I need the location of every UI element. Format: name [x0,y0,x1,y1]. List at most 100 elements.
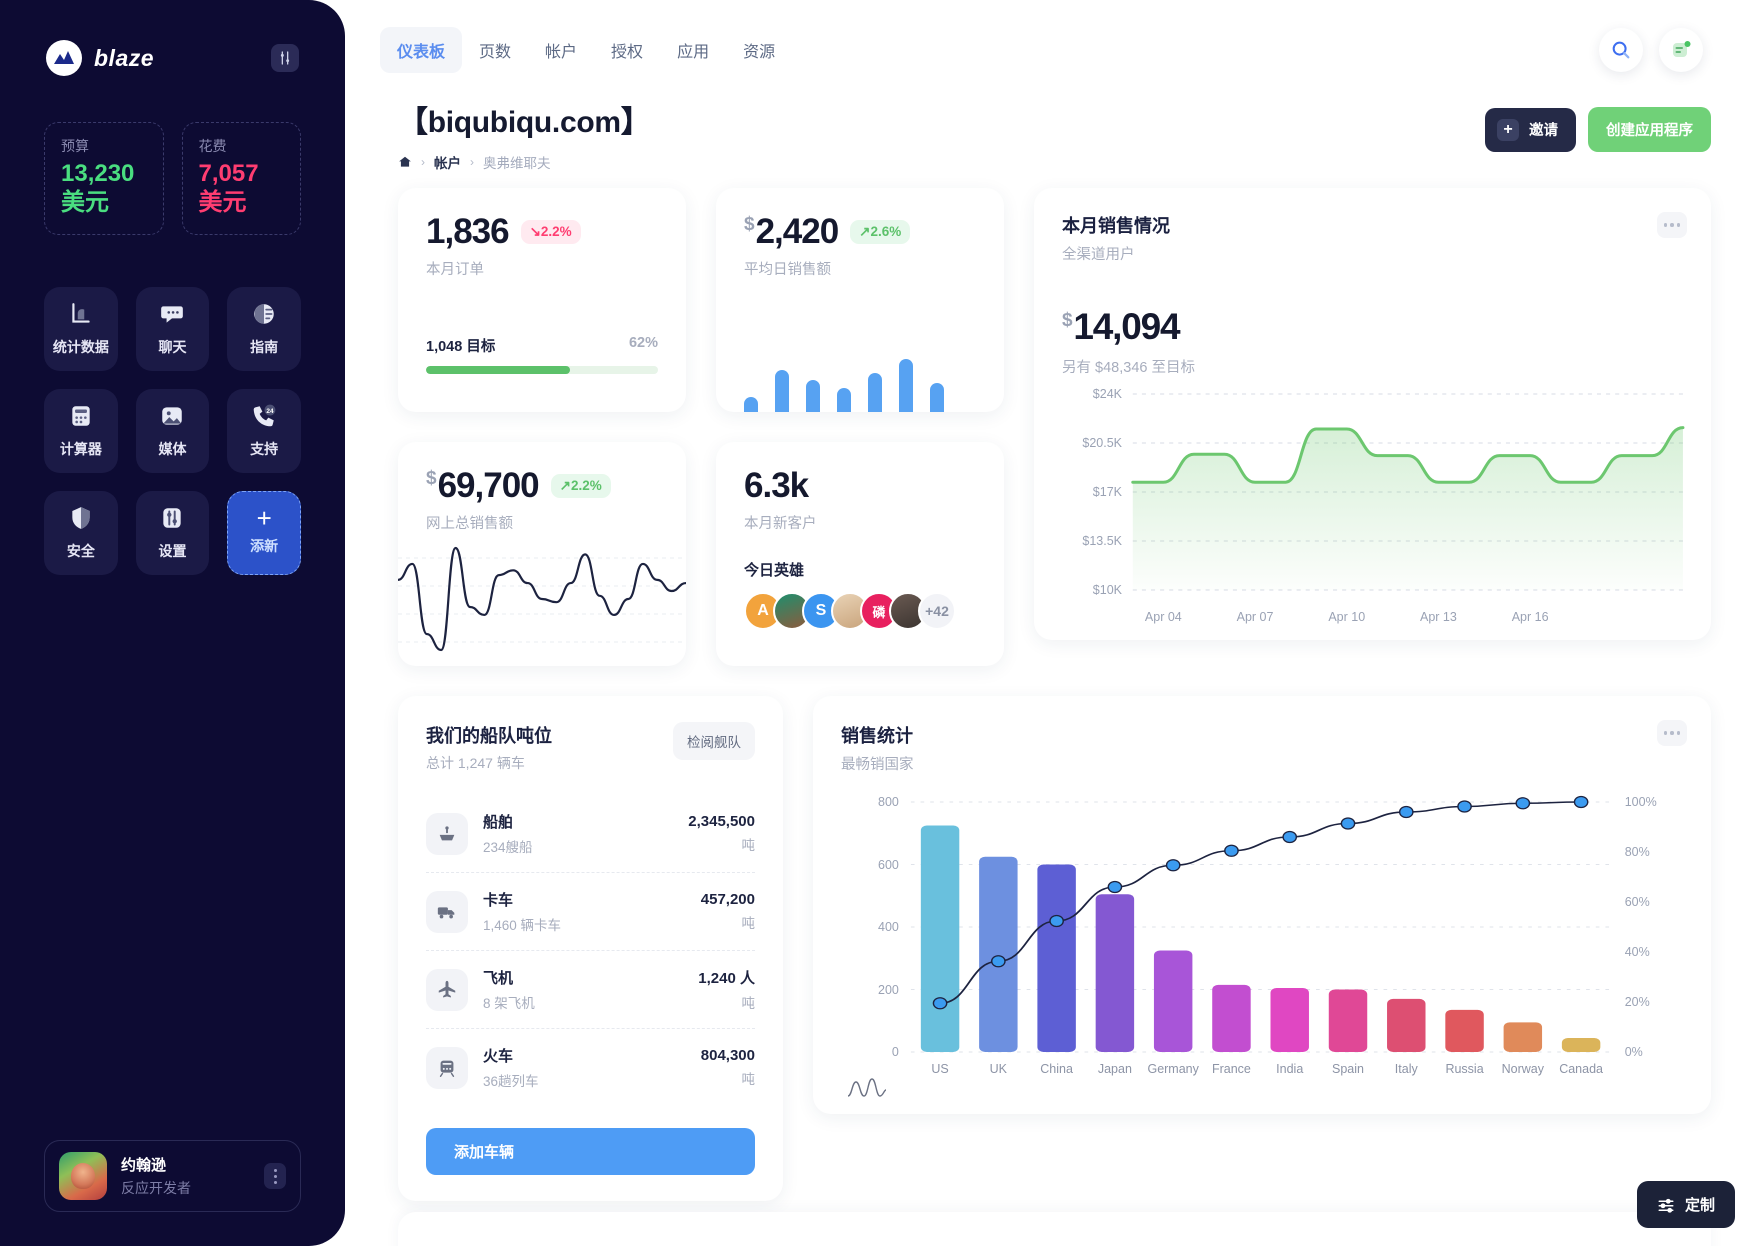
add-vehicle-button[interactable]: 添加车辆 [426,1128,755,1175]
month-sales-goal-note: 另有 $48,346 至目标 [1062,360,1195,376]
tab-pages[interactable]: 页数 [462,27,528,73]
month-sales-area-chart: $24K $20.5K $17K $13.5K $10K Apr 04 Apr 07 Apr… [1062,386,1689,626]
top-navigation: 仪表板 页数 帐户 授权 应用 资源 [380,0,1723,73]
media-icon [158,402,186,430]
sidebar-tile-media[interactable]: 媒体 [135,388,210,473]
kpi-budget: 预算 13,230 美元 [44,122,164,235]
tab-resources[interactable]: 资源 [726,27,792,73]
fleet-row-count: 36趟列车 [483,1074,539,1089]
sidebar-user-profile[interactable]: 约翰逊 反应开发者 [44,1140,301,1212]
breadcrumb-separator: › [421,155,425,169]
fleet-row-text: 火车 36趟列车 [483,1045,539,1090]
orders-delta-badge: ↘2.2% [520,219,581,244]
stats-subrow-1: 1,836 ↘2.2% 本月订单 1,048 目标 62% $2,420 ↗2.… [398,188,1004,412]
sidebar-tile-add-new[interactable]: + 添新 [227,490,301,575]
sidebar-tile-stats[interactable]: 统计数据 [44,286,118,371]
more-vertical-icon[interactable] [264,1163,286,1189]
stats-subrow-2: $69,700 ↗2.2% 网上总销售额 6.3k 本月新客户 今日英雄 A S… [398,442,1004,666]
sidebar-tile-label: 添新 [250,538,279,555]
breadcrumb-item-current: 奥弗维耶夫 [483,156,551,171]
brand-name: blaze [94,44,155,71]
kpi-budget-label: 预算 [61,138,89,154]
tab-accounts[interactable]: 帐户 [528,27,594,73]
sidebar-tile-label: 设置 [158,543,187,560]
sidebar-tile-label: 聊天 [158,339,187,356]
dashboard-app: blaze 预算 13,230 美元 花费 7,057 美元 统计数据 聊天 指… [0,0,1753,1246]
fleet-list: 船舶 234艘船 2,345,500 吨 卡车 1,460 辆卡车 457,20… [426,795,755,1106]
sidebar-tile-settings[interactable]: 设置 [135,490,210,575]
sliders-icon [158,504,186,532]
month-sales-amount: $14,094 [1062,306,1683,348]
table-row[interactable]: 飞机 8 架飞机 1,240 人 吨 [426,951,755,1029]
avg-value: $2,420 [744,212,839,251]
fleet-row-value-group: 804,300 吨 [701,1047,755,1088]
tab-authorization[interactable]: 授权 [594,27,660,73]
svg-text:24: 24 [266,408,274,415]
sidebar-tile-security[interactable]: 安全 [44,490,118,575]
x-axis-tick-label: Apr 10 [1328,610,1366,624]
create-app-button[interactable]: 创建应用程序 [1588,107,1711,152]
fleet-row-text: 卡车 1,460 辆卡车 [483,889,561,934]
profile-name: 约翰逊 [121,1157,167,1174]
brand[interactable]: blaze [46,40,154,76]
x-axis-tick-label: Apr 16 [1511,610,1549,624]
sidebar-tile-guide[interactable]: 指南 [227,286,301,371]
guide-icon [250,300,278,328]
profile-text: 约翰逊 反应开发者 [121,1154,191,1198]
heroes-label: 今日英雄 [744,562,805,579]
orders-goal-percent: 62% [628,335,658,351]
chart-brush-icon[interactable] [847,1076,887,1098]
invite-button[interactable]: + 邀请 [1485,107,1576,152]
notification-document-icon[interactable] [1659,28,1703,72]
customize-label: 定制 [1684,1197,1715,1214]
tab-dashboard[interactable]: 仪表板 [380,27,463,73]
newcust-value-row: 6.3k [744,468,976,503]
fleet-row-count: 8 架飞机 [483,996,535,1011]
more-horizontal-icon[interactable] [1657,212,1687,238]
fleet-row-value: 457,200 [700,891,755,908]
fleet-title: 我们的船队吨位 [426,726,552,746]
profile-role: 反应开发者 [121,1180,191,1196]
table-row[interactable]: 船舶 234艘船 2,345,500 吨 [426,795,755,873]
sidebar-tile-support[interactable]: 24 支持 [227,388,301,473]
fleet-row-unit: 吨 [741,996,756,1011]
fleet-row-count: 1,460 辆卡车 [483,918,562,933]
fleet-row-name: 飞机 [483,970,514,987]
mini-bar [899,358,913,412]
fleet-row-text: 飞机 8 架飞机 [483,967,535,1012]
ship-icon [426,812,468,855]
more-horizontal-icon[interactable] [1657,720,1687,746]
train-icon [426,1046,468,1089]
main-content: 仪表板 页数 帐户 授权 应用 资源 【biqubiqu.com】 › 帐户 ›… [345,0,1753,1246]
review-fleet-button[interactable]: 检阅舰队 [673,722,755,760]
home-icon[interactable] [398,155,412,169]
table-row[interactable]: 火车 36趟列车 804,300 吨 [426,1029,755,1106]
x-axis-tick-label: Apr 07 [1236,610,1274,624]
sales-stats-title: 销售统计 [841,726,913,746]
blaze-logo-icon [46,40,82,76]
card-new-customers: 6.3k 本月新客户 今日英雄 A S 磷 +42 [716,442,1004,666]
search-icon[interactable] [1599,28,1643,72]
avatar-more-count[interactable]: +42 [918,592,956,630]
breadcrumb-item-accounts[interactable]: 帐户 [434,152,461,172]
sidebar-tile-calculator[interactable]: 计算器 [44,388,118,473]
kpi-budget-value: 13,230 美元 [61,160,135,217]
card-fleet-tonnage: 我们的船队吨位 总计 1,247 辆车 检阅舰队 船舶 234艘船 2,345,… [398,696,783,1201]
header-actions: + 邀请 创建应用程序 [1485,97,1723,152]
orders-goal-row: 1,048 目标 62% [426,335,658,356]
sidebar-tile-label: 指南 [250,339,279,356]
orders-value-row: 1,836 ↘2.2% [426,214,658,249]
fleet-row-count: 234艘船 [483,840,533,855]
page-title: 【biqubiqu.com】 [398,106,651,139]
sliders-icon[interactable] [271,44,299,72]
breadcrumb: › 帐户 › 奥弗维耶夫 [398,152,650,172]
table-row[interactable]: 卡车 1,460 辆卡车 457,200 吨 [426,873,755,951]
customize-button[interactable]: 定制 [1636,1181,1735,1228]
invite-label: 邀请 [1529,123,1558,139]
online-value-row: $69,700 ↗2.2% [426,468,658,503]
newcust-value: 6.3k [744,466,809,505]
mini-bar [775,369,789,412]
tab-apps[interactable]: 应用 [660,27,726,73]
sales-stats-subtitle: 最畅销国家 [841,757,914,773]
sidebar-tile-chat[interactable]: 聊天 [135,286,210,371]
